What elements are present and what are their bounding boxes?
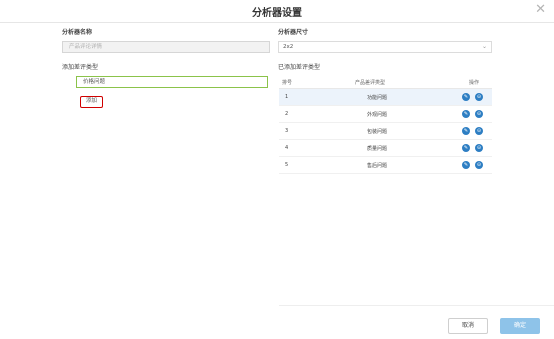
row-no: 4 (285, 145, 289, 151)
confirm-button[interactable]: 确定 (500, 318, 540, 334)
table-row[interactable]: 3 包装问题 ✎ ⊝ (279, 123, 492, 140)
delete-icon[interactable]: ⊝ (475, 93, 483, 101)
header-actions: 操作 (469, 80, 480, 86)
analyzer-name-label: 分析器名称 (62, 29, 93, 36)
row-no: 5 (285, 162, 289, 168)
row-type: 外观问题 (367, 112, 388, 118)
row-type: 质量问题 (367, 146, 388, 152)
close-icon[interactable]: ✕ (535, 2, 546, 18)
row-type: 包装问题 (367, 129, 388, 135)
add-button[interactable]: 添加 (80, 96, 103, 108)
added-review-types-label: 已添加差评类型 (278, 64, 321, 71)
footer-divider (279, 305, 554, 306)
review-type-input[interactable]: 价格问题 (76, 76, 268, 88)
cancel-button[interactable]: 取消 (448, 318, 488, 334)
edit-icon[interactable]: ✎ (462, 161, 470, 169)
header-type: 产品差评类型 (355, 80, 386, 86)
table-header: 排号 产品差评类型 操作 (279, 78, 492, 89)
delete-icon[interactable]: ⊝ (475, 127, 483, 135)
header-no: 排号 (282, 80, 293, 86)
row-type: 售后问题 (367, 163, 388, 169)
delete-icon[interactable]: ⊝ (475, 144, 483, 152)
analyzer-name-input[interactable]: 产品评论详情 (62, 41, 270, 53)
review-types-table: 排号 产品差评类型 操作 1 功能问题 ✎ ⊝ 2 外观问题 ✎ ⊝ 3 包装问… (279, 78, 492, 174)
row-no: 3 (285, 128, 289, 134)
chevron-down-icon: ⌄ (481, 43, 487, 50)
row-type: 功能问题 (367, 95, 388, 101)
edit-icon[interactable]: ✎ (462, 127, 470, 135)
edit-icon[interactable]: ✎ (462, 93, 470, 101)
analyzer-size-label: 分析器尺寸 (278, 29, 309, 36)
table-row[interactable]: 5 售后问题 ✎ ⊝ (279, 157, 492, 174)
delete-icon[interactable]: ⊝ (475, 161, 483, 169)
analyzer-size-select[interactable]: 2x2 ⌄ (278, 41, 492, 53)
delete-icon[interactable]: ⊝ (475, 110, 483, 118)
edit-icon[interactable]: ✎ (462, 110, 470, 118)
row-no: 2 (285, 111, 289, 117)
row-no: 1 (285, 94, 289, 100)
edit-icon[interactable]: ✎ (462, 144, 470, 152)
dialog-titlebar: 分析器设置 ✕ (0, 0, 554, 23)
dialog-title: 分析器设置 (252, 8, 302, 19)
analyzer-size-value: 2x2 (283, 44, 294, 50)
table-row[interactable]: 2 外观问题 ✎ ⊝ (279, 106, 492, 123)
table-row[interactable]: 4 质量问题 ✎ ⊝ (279, 140, 492, 157)
review-type-label: 添加差评类型 (62, 64, 99, 71)
table-row[interactable]: 1 功能问题 ✎ ⊝ (279, 89, 492, 106)
